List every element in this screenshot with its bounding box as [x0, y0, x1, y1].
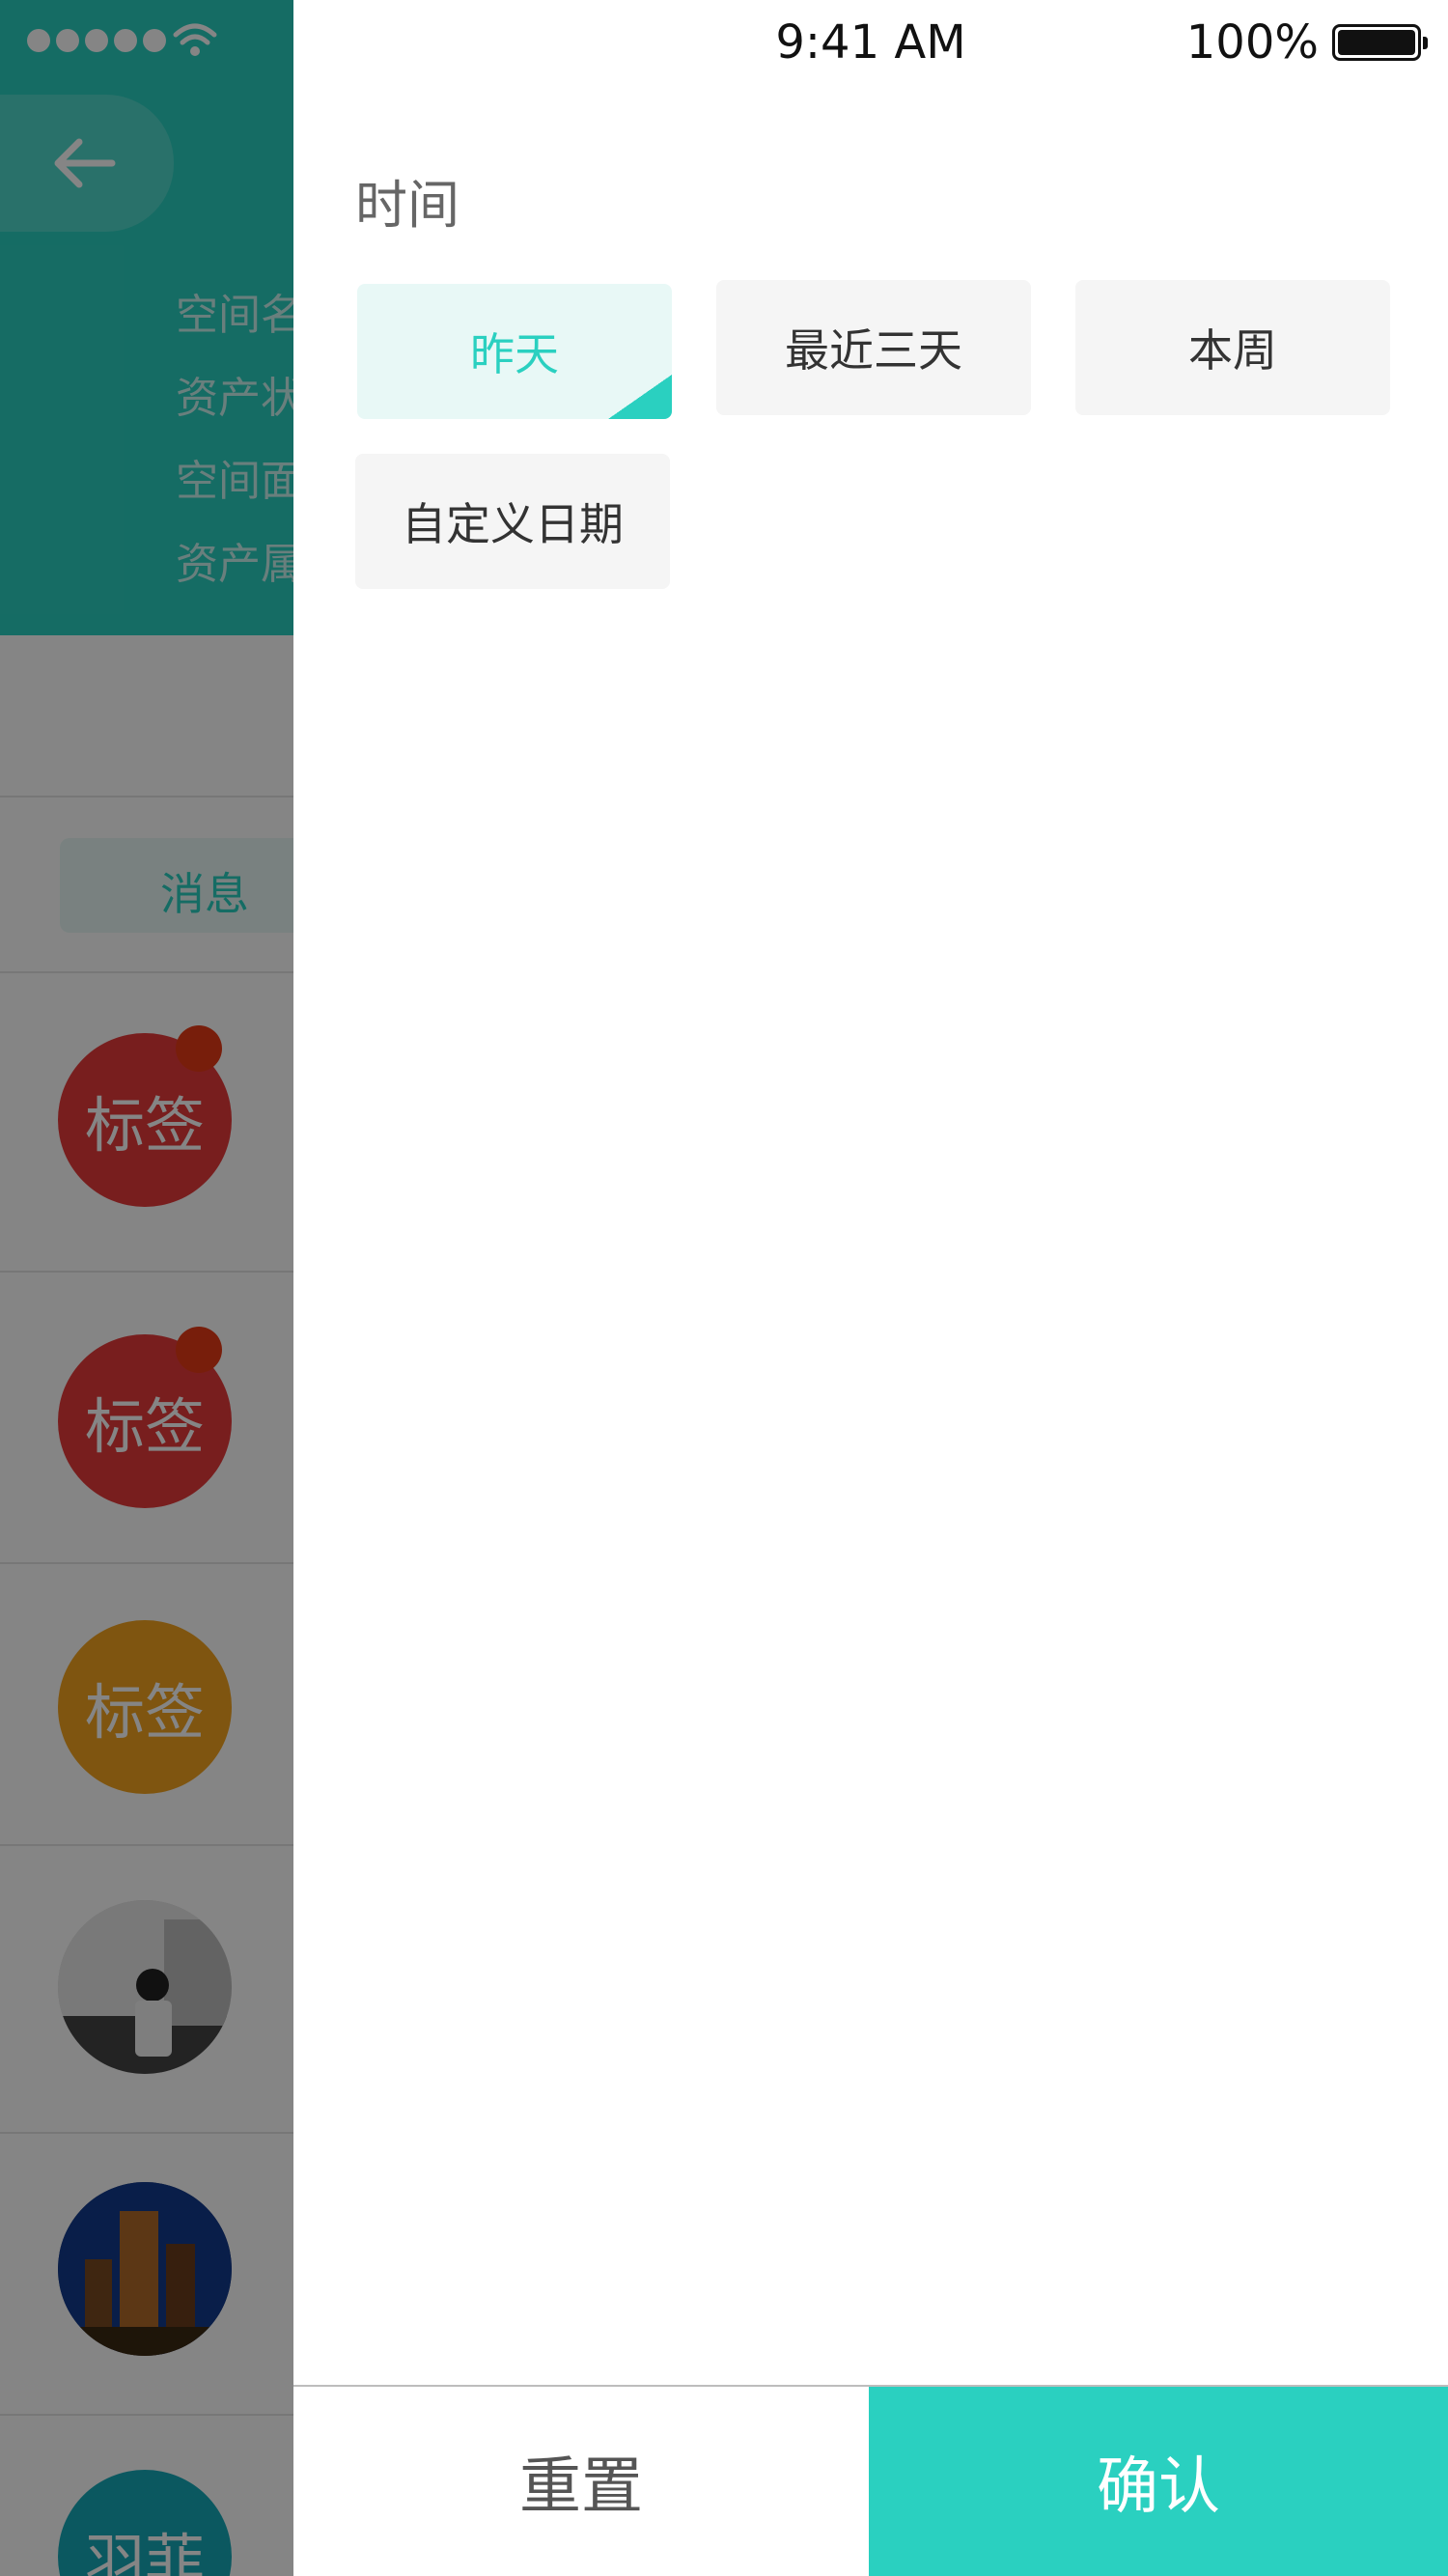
option-label: 自定义日期 — [402, 498, 624, 550]
dim-overlay[interactable] — [0, 0, 293, 2576]
option-label: 本周 — [1188, 324, 1277, 377]
battery-icon — [1332, 24, 1428, 61]
background-page: 空间名 资产状 空间面 资产属 消息 标签 标签 标签 羽菲 — [0, 0, 293, 2576]
confirm-button[interactable]: 确认 — [869, 2387, 1448, 2576]
section-title: 时间 — [355, 175, 459, 236]
selected-corner-icon — [608, 375, 672, 419]
filter-drawer: 9:41 AM 100% 时间 昨天 最近三天 本周 自定义日期 重置 确认 — [293, 0, 1448, 2576]
option-label: 最近三天 — [785, 324, 962, 377]
option-custom-date[interactable]: 自定义日期 — [355, 454, 670, 589]
reset-button[interactable]: 重置 — [293, 2387, 869, 2576]
option-yesterday[interactable]: 昨天 — [357, 284, 672, 419]
option-last-three-days[interactable]: 最近三天 — [716, 280, 1031, 415]
action-bar: 重置 确认 — [293, 2385, 1448, 2576]
option-this-week[interactable]: 本周 — [1075, 280, 1390, 415]
option-label: 昨天 — [470, 328, 559, 380]
battery-percent: 100% — [1185, 15, 1319, 70]
status-battery: 100% — [1185, 15, 1428, 70]
